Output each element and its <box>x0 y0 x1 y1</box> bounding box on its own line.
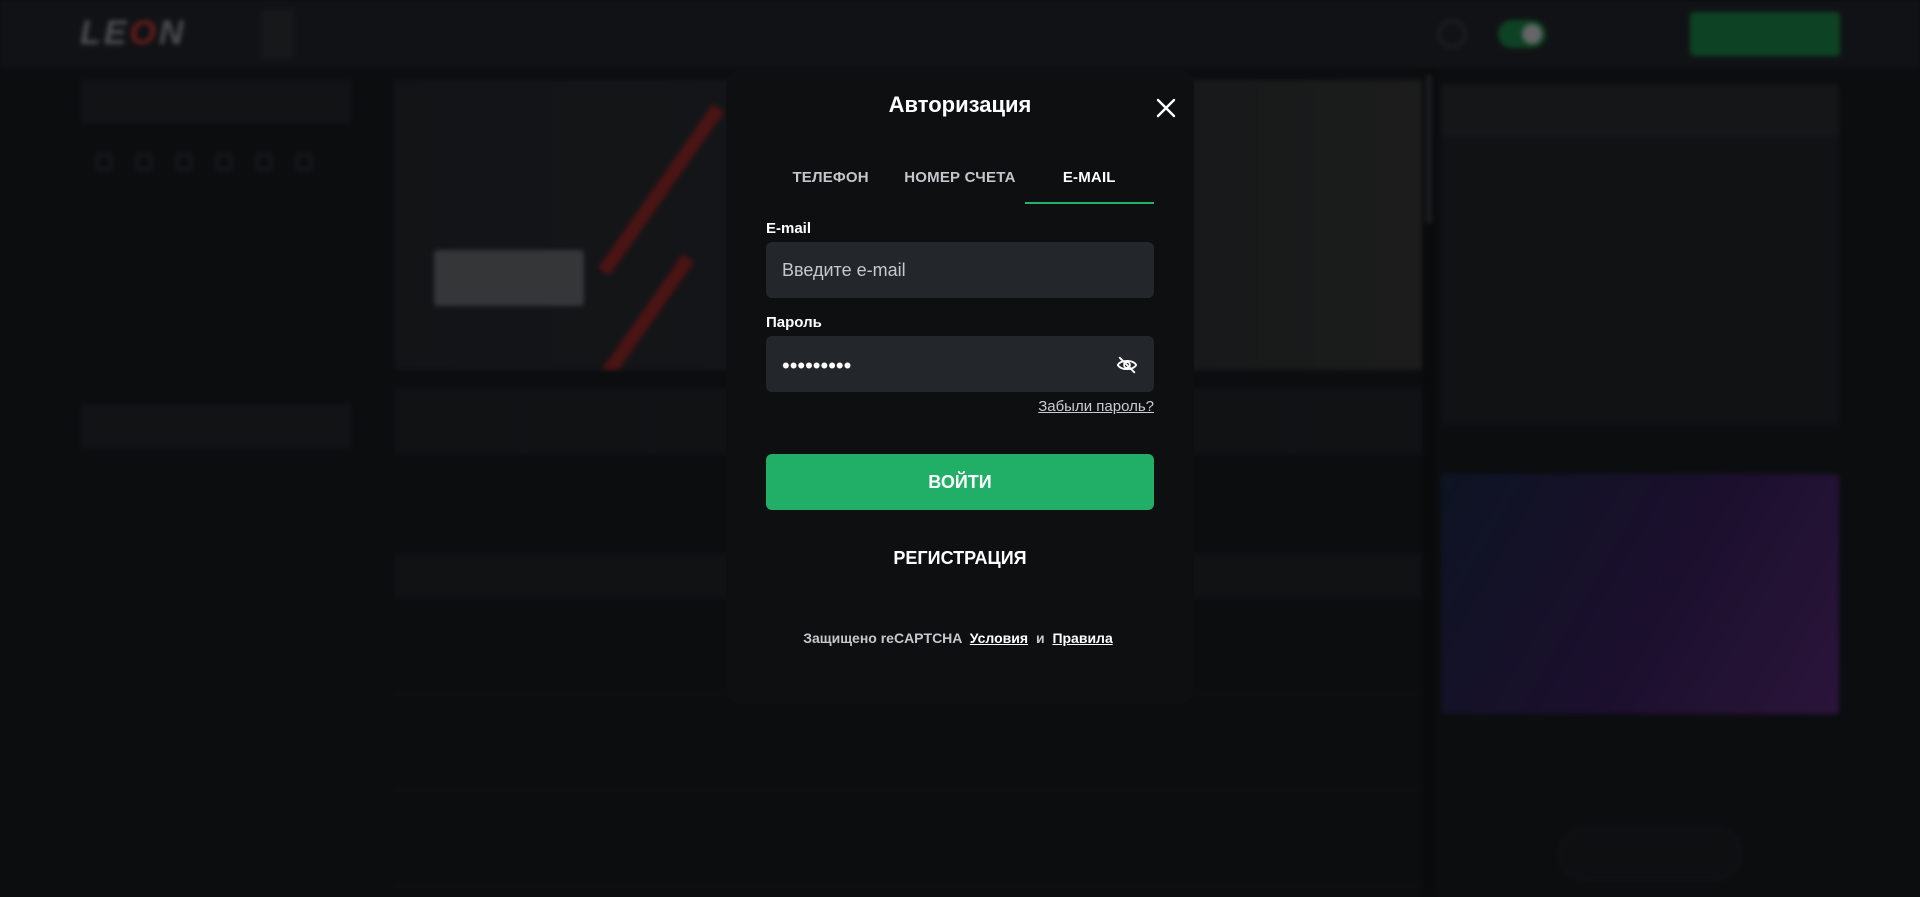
tab-phone[interactable]: ТЕЛЕФОН <box>766 152 895 204</box>
login-button[interactable]: ВОЙТИ <box>766 454 1154 510</box>
register-button[interactable]: РЕГИСТРАЦИЯ <box>766 530 1154 586</box>
password-label: Пароль <box>766 314 822 331</box>
password-value: ••••••••• <box>782 353 852 378</box>
auth-modal: Авторизация ТЕЛЕФОН НОМЕР СЧЕТА E-MAIL E… <box>726 68 1194 704</box>
conjunction-text: и <box>1035 630 1045 646</box>
auth-tabs: ТЕЛЕФОН НОМЕР СЧЕТА E-MAIL <box>766 152 1154 204</box>
close-button[interactable] <box>1154 96 1178 120</box>
email-label: E-mail <box>766 220 812 237</box>
recaptcha-notice: Защищено reCAPTCHA Условия и Правила <box>726 630 1194 646</box>
terms-link[interactable]: Условия <box>970 630 1028 646</box>
email-input[interactable] <box>766 242 1154 298</box>
tab-email[interactable]: E-MAIL <box>1024 152 1154 204</box>
forgot-password-link[interactable]: Забыли пароль? <box>1038 398 1154 415</box>
toggle-password-visibility[interactable] <box>1116 354 1138 376</box>
eye-off-icon <box>1116 356 1138 374</box>
tab-account-number[interactable]: НОМЕР СЧЕТА <box>895 152 1024 204</box>
modal-title: Авторизация <box>888 92 1032 117</box>
rules-link[interactable]: Правила <box>1052 630 1112 646</box>
close-icon <box>1156 98 1176 118</box>
recaptcha-text: Защищено reCAPTCHA <box>803 630 962 646</box>
